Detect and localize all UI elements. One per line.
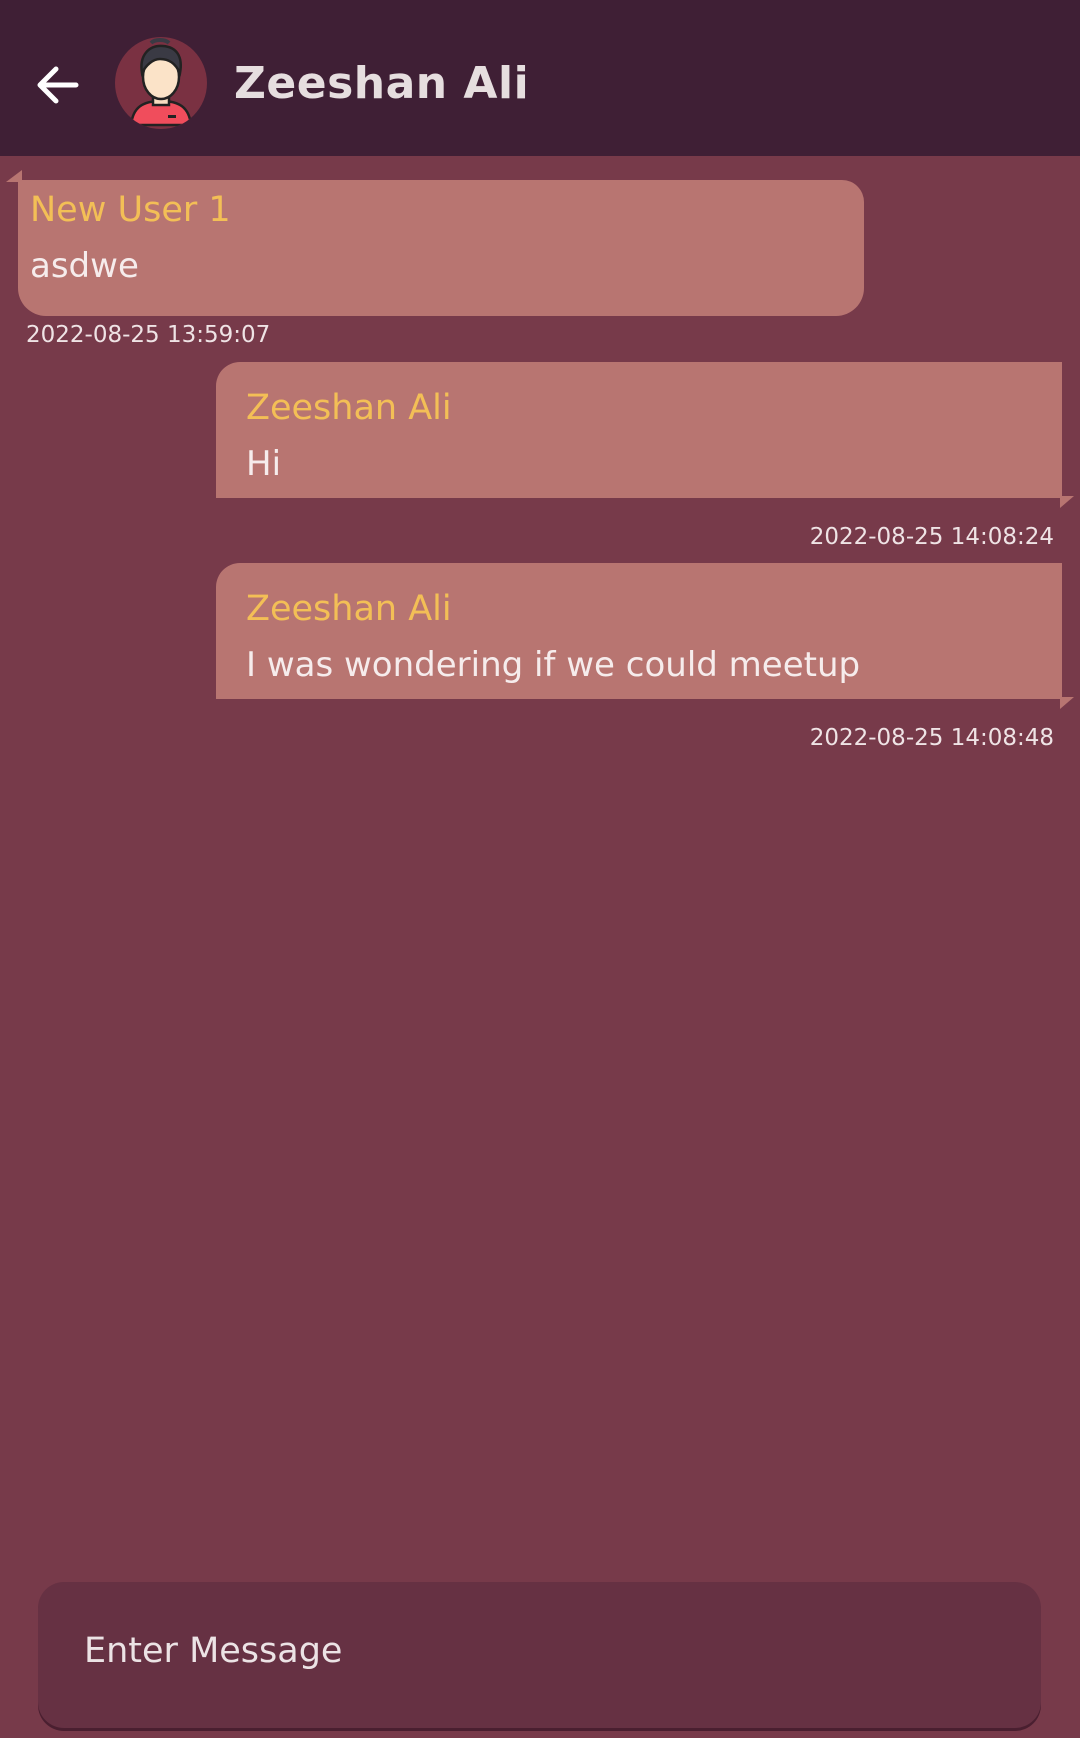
message-composer <box>38 1582 1041 1728</box>
user-avatar-icon <box>129 38 193 127</box>
message-timestamp: 2022-08-25 14:08:24 <box>809 524 1054 550</box>
message-sender: New User 1 <box>30 190 231 230</box>
contact-avatar[interactable] <box>115 37 207 129</box>
message-text: asdwe <box>30 246 139 286</box>
message-sender: Zeeshan Ali <box>246 388 452 428</box>
message-text: I was wondering if we could meetup <box>246 645 861 685</box>
message-timestamp: 2022-08-25 14:08:48 <box>809 725 1054 751</box>
message-bubble: Zeeshan Ali Hi <box>216 362 1074 508</box>
back-button[interactable] <box>30 58 84 112</box>
message-text: Hi <box>246 444 282 484</box>
message-bubble: New User 1 asdwe <box>6 170 864 316</box>
message-input[interactable] <box>82 1630 986 1672</box>
app-bar: Zeeshan Ali <box>0 0 1080 156</box>
arrow-left-icon <box>37 66 79 104</box>
message-bubble: Zeeshan Ali I was wondering if we could … <box>216 563 1074 709</box>
message-sender: Zeeshan Ali <box>246 589 452 629</box>
contact-name: Zeeshan Ali <box>234 58 530 109</box>
message-timestamp: 2022-08-25 13:59:07 <box>26 322 271 348</box>
